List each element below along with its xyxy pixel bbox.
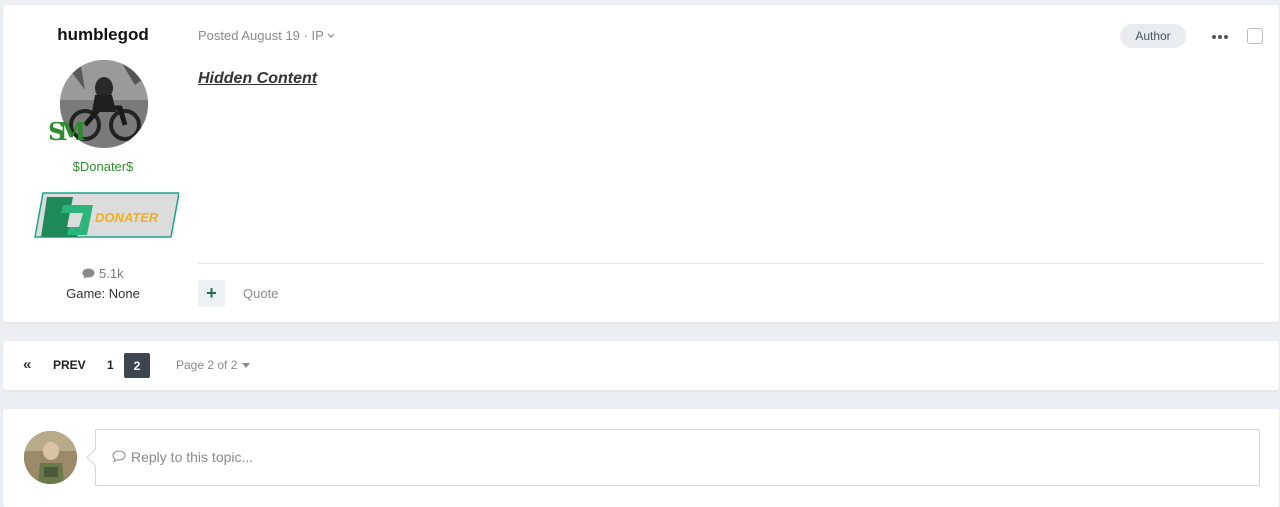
quote-button[interactable]: Quote	[243, 286, 278, 301]
donater-badge-text: DONATER	[95, 210, 159, 225]
post-meta[interactable]: Posted August 19 · IP	[198, 28, 335, 43]
plus-icon: +	[206, 283, 217, 303]
post-count-value: 5.1k	[99, 266, 124, 281]
reply-input[interactable]: Reply to this topic...	[95, 429, 1260, 486]
reply-section: Reply to this topic...	[3, 409, 1279, 507]
hidden-content-link[interactable]: Hidden Content	[198, 70, 317, 88]
page-2-active[interactable]: 2	[124, 353, 150, 378]
chevron-down-icon	[327, 28, 335, 43]
author-name[interactable]: humblegod	[25, 25, 181, 45]
game-field: Game: None	[66, 286, 140, 301]
first-page-icon[interactable]: «	[23, 356, 31, 373]
select-post-checkbox[interactable]	[1247, 28, 1263, 44]
post-count: 5.1k	[25, 266, 181, 281]
page-jump-label: Page 2 of 2	[176, 358, 238, 372]
page-1-link[interactable]: 1	[107, 358, 114, 372]
comment-icon	[82, 266, 99, 281]
more-options-icon[interactable]	[1210, 31, 1230, 43]
page-jump-dropdown[interactable]: Page 2 of 2	[176, 358, 251, 372]
pagination-bar: « PREV 1 2 Page 2 of 2	[3, 341, 1279, 390]
reply-placeholder-text: Reply to this topic...	[131, 449, 254, 465]
author-badge: Author	[1120, 24, 1186, 48]
prev-page-button[interactable]: PREV	[53, 358, 86, 372]
user-group: $Donater$	[72, 159, 134, 174]
rank-emblem-icon: SM	[48, 117, 86, 146]
post-divider	[198, 263, 1264, 264]
post-card: humblegod SM $Donater$ DONATER 5.1k Game…	[3, 5, 1279, 322]
post-meta-text: Posted August 19 · IP	[198, 28, 324, 43]
caret-down-icon	[242, 363, 251, 369]
comment-outline-icon	[112, 449, 126, 465]
reply-placeholder: Reply to this topic...	[112, 449, 253, 465]
react-button[interactable]: +	[198, 280, 225, 307]
donater-badge: DONATER	[33, 191, 180, 239]
current-user-avatar[interactable]	[24, 431, 77, 484]
